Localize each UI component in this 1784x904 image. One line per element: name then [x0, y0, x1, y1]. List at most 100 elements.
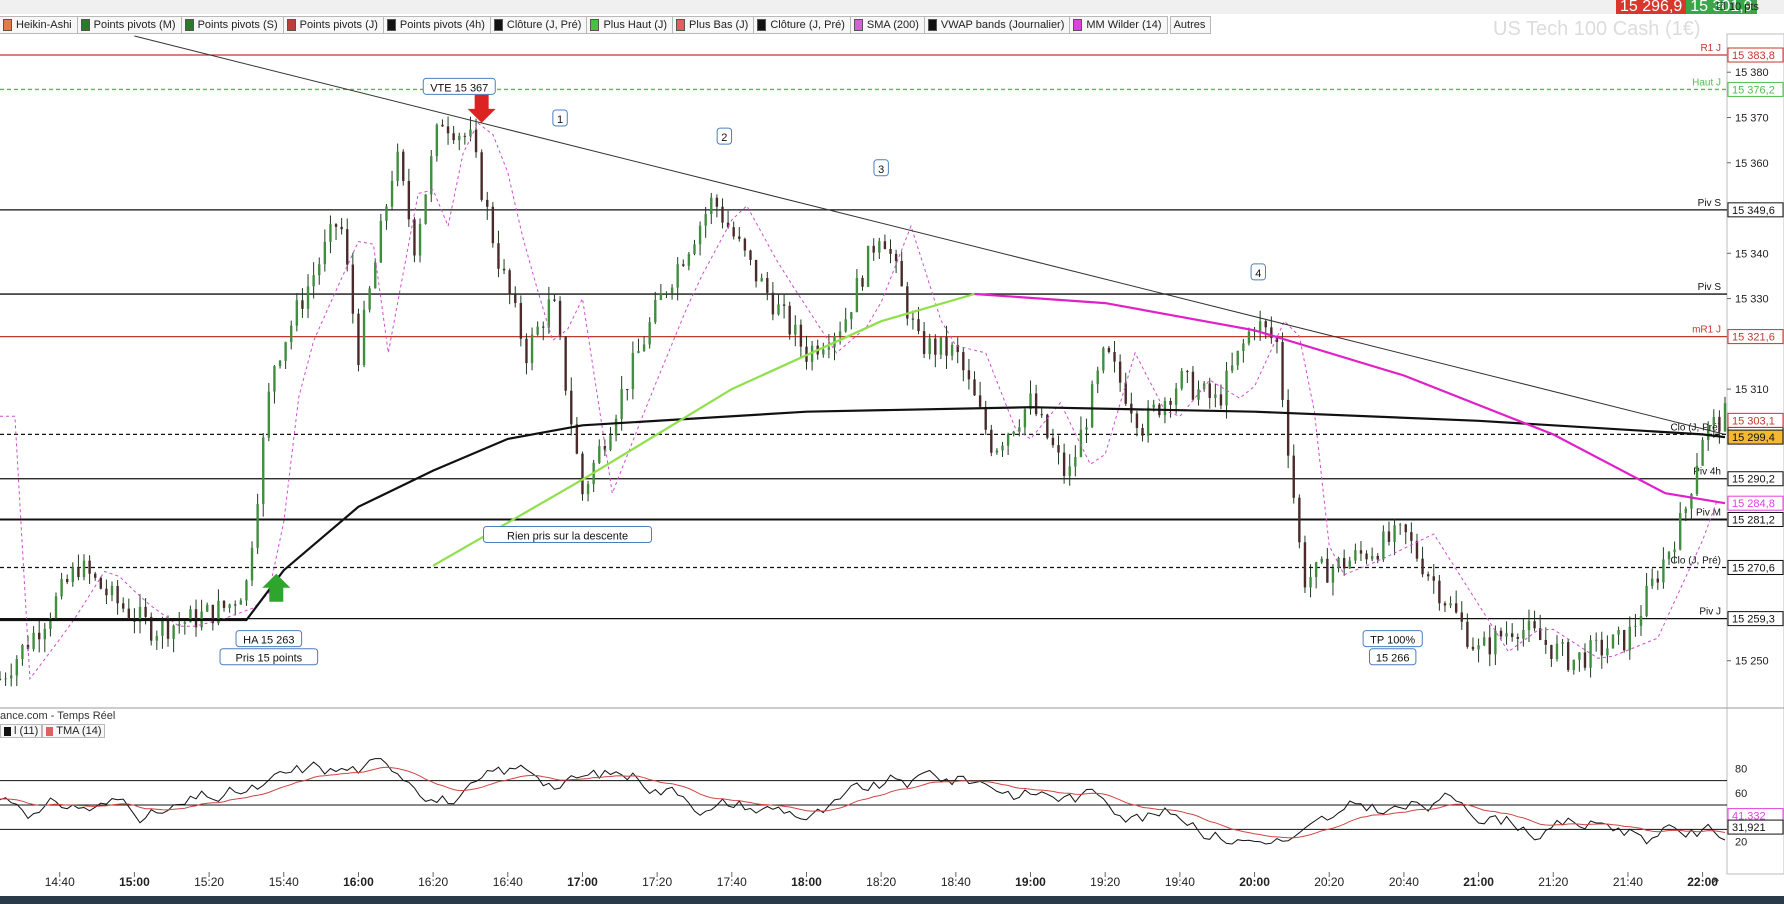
candle-body [659, 293, 663, 300]
candle-body [609, 435, 612, 450]
candle-body [1656, 578, 1659, 583]
candle-body [1443, 603, 1447, 606]
axis-marker-label: 15 303,1 [1732, 415, 1775, 427]
candle-body [116, 585, 119, 604]
candle-body [32, 632, 35, 649]
level-value: 15 290,2 [1732, 474, 1775, 486]
candle-body [872, 245, 875, 253]
candle-body [474, 129, 478, 153]
candle-body [799, 324, 803, 347]
candle-body [222, 600, 226, 608]
x-tick-label: 17:00 [567, 875, 598, 889]
candle-body [760, 277, 763, 282]
candle-body [441, 124, 444, 127]
candle-body [1387, 531, 1391, 542]
candle-body [396, 151, 399, 181]
sma200-line [432, 292, 975, 567]
candle-body [1320, 558, 1323, 563]
x-tick-label: 17:20 [642, 875, 672, 889]
candle-body [82, 560, 86, 578]
candle-body [239, 600, 243, 605]
candle-body [1258, 321, 1262, 331]
level-value: 15 376,2 [1732, 84, 1775, 96]
osc-tick-label: 80 [1735, 763, 1747, 775]
candle-body [1163, 400, 1167, 416]
candle-body [497, 243, 500, 269]
y-tick-label: 15 380 [1735, 67, 1769, 79]
candle-body [598, 446, 601, 463]
candle-body [1034, 393, 1038, 415]
candle-body [519, 303, 523, 339]
trendline [134, 35, 1726, 435]
x-tick-label: 15:20 [194, 875, 224, 889]
annotation-text: 15 266 [1376, 653, 1410, 665]
candle-body [704, 213, 707, 226]
candle-body [822, 349, 825, 355]
candle-body [54, 596, 58, 619]
candle-body [766, 277, 769, 293]
candle-body [990, 429, 993, 453]
candle-body [620, 389, 623, 419]
candle-body [911, 318, 915, 320]
x-tick-label: 15:40 [269, 875, 299, 889]
level-name: Piv S [1698, 198, 1722, 209]
candle-body [1510, 633, 1514, 638]
candle-body [682, 264, 685, 266]
candle-body [390, 180, 394, 207]
candle-body [4, 678, 7, 680]
candle-body [15, 659, 19, 676]
candle-body [536, 326, 539, 335]
candle-body [665, 292, 668, 294]
candle-body [978, 395, 982, 407]
candle-body [1426, 574, 1430, 577]
candle-body [1354, 550, 1357, 561]
candle-body [0, 678, 2, 680]
candle-body [1466, 621, 1469, 647]
candle-body [1214, 394, 1217, 398]
candle-body [1359, 550, 1363, 554]
candle-body [155, 635, 159, 641]
candle-body [514, 294, 517, 304]
candle-body [1247, 331, 1251, 344]
candle-body [642, 344, 646, 351]
candle-body [721, 206, 724, 223]
level-value: 15 281,2 [1732, 514, 1775, 526]
y-tick-label: 15 370 [1735, 112, 1769, 124]
candle-body [950, 344, 954, 356]
candle-body [626, 389, 629, 391]
candle-body [581, 453, 584, 495]
oscillator-tab-0[interactable]: l (11) [0, 724, 43, 738]
candle-body [771, 292, 775, 315]
level-value: 15 349,6 [1732, 205, 1775, 217]
candle-body [928, 338, 931, 355]
level-name: Haut J [1692, 77, 1721, 88]
candle-body [1594, 639, 1598, 641]
candle-body [973, 379, 976, 396]
candle-body [934, 338, 937, 355]
annotation-text: TP 100% [1370, 635, 1415, 647]
candle-body [715, 197, 719, 207]
candle-body [21, 644, 24, 660]
candle-body [407, 180, 411, 220]
candle-body [424, 194, 427, 224]
candle-body [122, 603, 125, 609]
candle-body [1376, 555, 1379, 560]
candle-body [1191, 371, 1195, 400]
candle-body [1242, 343, 1245, 351]
candle-body [861, 277, 864, 287]
candle-body [754, 259, 758, 282]
x-tick-label: 16:00 [343, 875, 374, 889]
annotation-text: 3 [878, 164, 884, 176]
candle-body [1102, 347, 1105, 371]
candle-body [250, 547, 254, 581]
candle-body [1337, 557, 1340, 568]
candle-body [575, 424, 579, 454]
candle-body [1667, 552, 1671, 560]
candle-body [295, 300, 299, 326]
chart-svg[interactable]: 15 380 15 370 15 360 15 340 15 330 15 310 15 2… [0, 0, 1784, 904]
oscillator-tab-1[interactable]: TMA (14) [42, 724, 106, 738]
candle-body [99, 577, 103, 589]
candle-body [1370, 555, 1374, 560]
candle-body [1382, 531, 1385, 560]
candle-body [105, 588, 108, 596]
